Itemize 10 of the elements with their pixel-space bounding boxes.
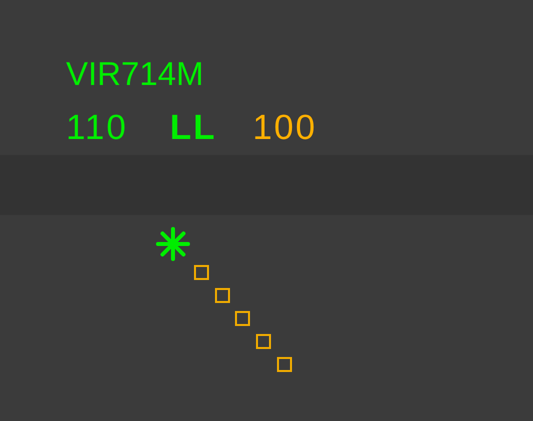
- callsign: VIR714M: [66, 56, 205, 92]
- history-square-icon: [235, 311, 250, 326]
- history-square-icon: [194, 265, 209, 280]
- label-field: LL: [170, 110, 217, 146]
- history-square-icon: [256, 334, 271, 349]
- label-field: 110: [66, 110, 128, 146]
- label-field: 100: [252, 110, 317, 146]
- history-square-icon: [277, 357, 292, 372]
- history-square-icon: [215, 288, 230, 303]
- asterisk-icon: [156, 227, 190, 261]
